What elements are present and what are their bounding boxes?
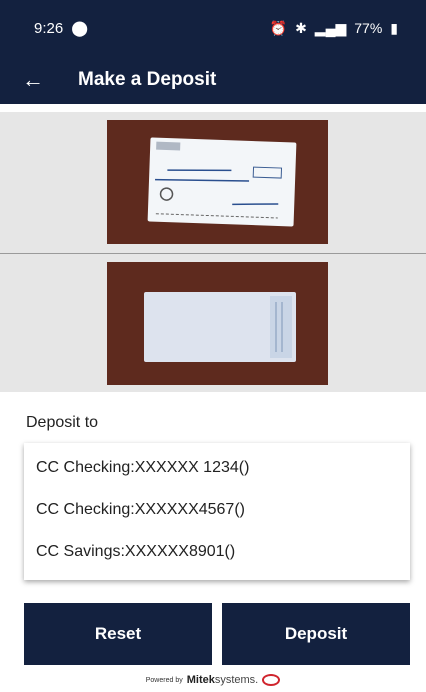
status-time: 9:26 xyxy=(34,19,64,37)
alarm-icon: ⏰ xyxy=(269,19,288,36)
mitek-logo-icon xyxy=(262,674,281,686)
account-option[interactable]: CC Savings:XXXXXX8901() xyxy=(24,531,410,573)
reset-button[interactable]: Reset xyxy=(24,603,212,665)
bluetooth-icon: ✱ xyxy=(295,19,307,36)
check-back-image[interactable] xyxy=(107,262,328,385)
status-bar: 9:26 ⬤ ⏰ ✱ ▂▄▆ 77% ▮ xyxy=(0,0,426,56)
battery-icon: ▮ xyxy=(390,19,398,36)
check-back-paper xyxy=(144,292,296,362)
signal-icon: ▂▄▆ xyxy=(314,19,347,36)
check-front-markings xyxy=(155,141,283,219)
mitek-brand: Miteksystems. xyxy=(187,674,259,686)
status-icons: ⏰ ✱ ▂▄▆ 77% ▮ xyxy=(270,20,398,37)
account-dropdown-list: CC Checking:XXXXXX 1234() CC Checking:XX… xyxy=(24,443,410,580)
deposit-button[interactable]: Deposit xyxy=(222,603,410,665)
check-images xyxy=(0,112,426,392)
notification-icon: ⬤ xyxy=(71,20,88,37)
arrow-left-icon[interactable]: ← xyxy=(22,67,62,93)
account-option[interactable]: CC Checking:XXXXXX4567() xyxy=(24,489,410,531)
powered-by-text: Powered by xyxy=(145,676,183,684)
battery-level: 77% xyxy=(354,20,383,36)
check-back-markings xyxy=(270,296,292,358)
check-front-paper xyxy=(147,137,297,227)
check-front-image[interactable] xyxy=(107,120,328,244)
deposit-to-label: Deposit to xyxy=(26,414,99,431)
account-option[interactable]: CC Checking:XXXXXX 1234() xyxy=(24,447,410,489)
mitek-brand-suffix: systems. xyxy=(214,674,259,686)
app-bar: ← Make a Deposit xyxy=(0,56,426,104)
mitek-brand-name: Mitek xyxy=(186,674,215,686)
powered-by-footer: Powered by Miteksystems. xyxy=(0,670,426,690)
page-title: Make a Deposit xyxy=(78,69,217,90)
image-divider xyxy=(0,253,426,254)
